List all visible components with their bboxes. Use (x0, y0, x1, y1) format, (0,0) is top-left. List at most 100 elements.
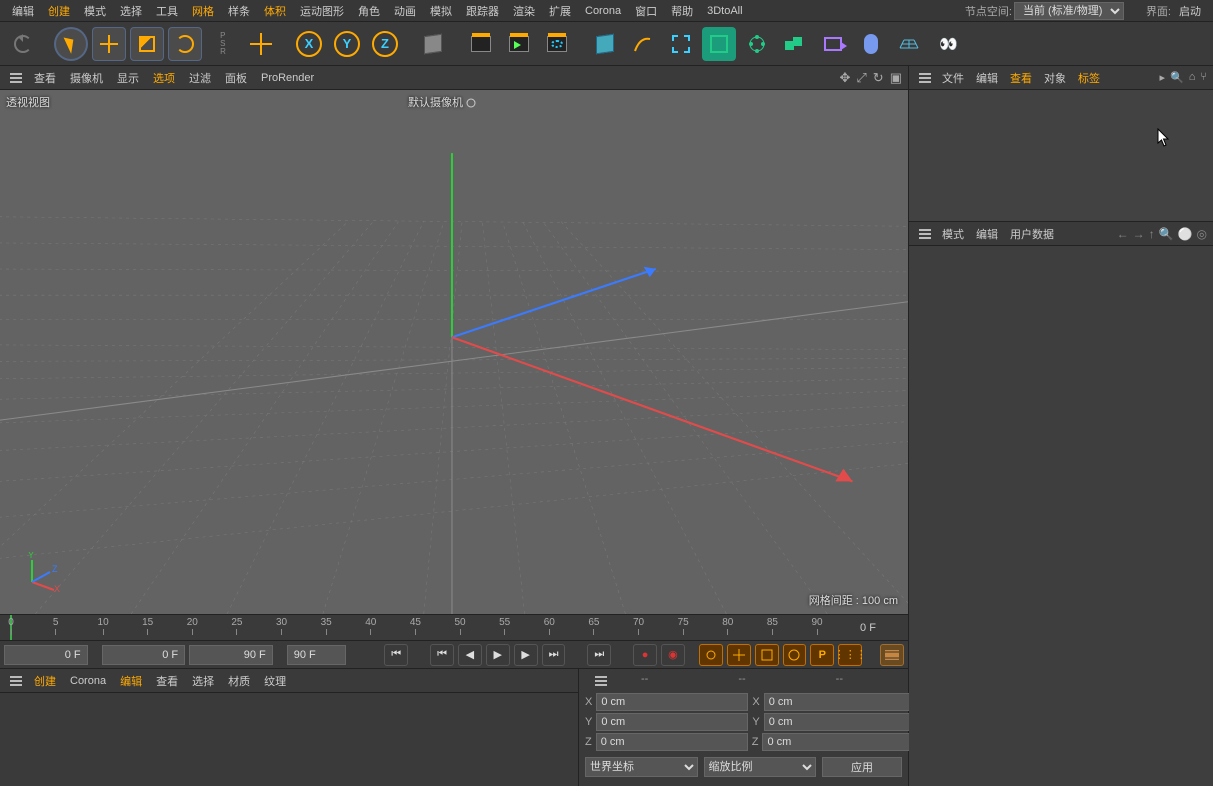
undo-button[interactable] (6, 27, 40, 61)
viewport-menu-item[interactable]: ProRender (255, 69, 320, 87)
world-axis-toggle[interactable] (416, 27, 450, 61)
viewport-nav-icon[interactable]: ✥ (839, 70, 850, 86)
node-space-select[interactable]: 当前 (标准/物理) (1014, 2, 1124, 20)
keyframe-param-button[interactable]: P (810, 644, 834, 666)
axis-y-toggle[interactable]: Y (330, 27, 364, 61)
snap-button[interactable]: 👀 (930, 27, 964, 61)
psr-button[interactable]: PSR (206, 27, 240, 61)
axis-z-toggle[interactable]: Z (368, 27, 402, 61)
menu-item[interactable]: 样条 (222, 1, 256, 21)
menu-item[interactable]: 扩展 (543, 1, 577, 21)
viewport-menu-item[interactable]: 摄像机 (64, 67, 109, 89)
render-settings-button[interactable] (464, 27, 498, 61)
goto-end-button[interactable]: ⏭ (587, 644, 611, 666)
axis-x-toggle[interactable]: X (292, 27, 326, 61)
timeline[interactable]: 051015202530354045505560657075808590 0 F (0, 614, 908, 640)
scale-mode-select[interactable]: 缩放比例 (704, 757, 817, 777)
autokey-button[interactable]: ◉ (661, 644, 685, 666)
play-button[interactable]: ▶ (486, 644, 510, 666)
record-button[interactable]: ● (633, 644, 657, 666)
search-icon[interactable]: 🔍 (1170, 71, 1184, 84)
viewport-layout-icon[interactable]: ▣ (890, 70, 902, 86)
menu-item[interactable]: 3DtoAll (701, 3, 748, 19)
size-z-input[interactable] (762, 733, 914, 751)
coord-hamburger-icon[interactable] (591, 673, 611, 689)
materials-tab[interactable]: 创建 (28, 670, 62, 692)
keyframe-dots-button[interactable]: ⋮⋮⋮ (838, 644, 862, 666)
attr-menu-item[interactable]: 用户数据 (1005, 223, 1059, 245)
apply-button[interactable]: 应用 (822, 757, 902, 777)
render-options-button[interactable] (540, 27, 574, 61)
materials-tab[interactable]: Corona (64, 672, 112, 690)
materials-hamburger-icon[interactable] (6, 673, 26, 689)
subdivision-button[interactable] (702, 27, 736, 61)
menu-item[interactable]: 网格 (186, 1, 220, 21)
menu-item[interactable]: 模式 (78, 1, 112, 21)
viewport[interactable]: 透视视图 默认摄像机 网格间距 : 100 cm Y X Z (0, 90, 908, 614)
scale-tool[interactable] (130, 27, 164, 61)
object-menu-item[interactable]: 文件 (937, 67, 969, 89)
range-end-field[interactable]: 90 F (189, 645, 273, 665)
pos-x-input[interactable] (596, 693, 748, 711)
menu-item[interactable]: 选择 (114, 1, 148, 21)
layout-value[interactable]: 启动 (1173, 1, 1207, 21)
keyframe-move-button[interactable] (727, 644, 751, 666)
viewport-hamburger-icon[interactable] (6, 70, 26, 86)
attribute-hamburger-icon[interactable] (915, 226, 935, 242)
menu-item[interactable]: 动画 (388, 1, 422, 21)
viewport-menu-item[interactable]: 选项 (147, 67, 181, 89)
materials-tab[interactable]: 选择 (186, 670, 220, 692)
capsule-button[interactable] (854, 27, 888, 61)
materials-tab[interactable]: 编辑 (114, 670, 148, 692)
viewport-menu-item[interactable]: 过滤 (183, 67, 217, 89)
menu-item[interactable]: 运动图形 (294, 1, 350, 21)
size-y-input[interactable] (764, 713, 916, 731)
frame-end-field[interactable]: 90 F (287, 645, 347, 665)
materials-tab[interactable]: 查看 (150, 670, 184, 692)
menu-item[interactable]: 窗口 (629, 1, 663, 21)
materials-body[interactable] (0, 693, 578, 786)
timeline-ruler[interactable]: 051015202530354045505560657075808590 (0, 615, 828, 640)
target-icon[interactable]: ◎ (1197, 227, 1207, 241)
add-primitive-button[interactable] (588, 27, 622, 61)
pos-z-input[interactable] (596, 733, 748, 751)
materials-tab[interactable]: 材质 (222, 670, 256, 692)
pos-y-input[interactable] (596, 713, 748, 731)
object-tree[interactable] (909, 90, 1213, 222)
nav-back-icon[interactable]: ← (1117, 227, 1129, 241)
attr-menu-item[interactable]: 编辑 (971, 223, 1003, 245)
object-hamburger-icon[interactable] (915, 70, 935, 86)
timeline-mode-button[interactable] (880, 644, 904, 666)
materials-tab[interactable]: 纹理 (258, 670, 292, 692)
lock-icon[interactable]: ⚪ (1178, 227, 1193, 241)
grid-button[interactable] (892, 27, 926, 61)
nav-fwd-icon[interactable]: → (1133, 227, 1145, 241)
viewport-menu-item[interactable]: 查看 (28, 67, 62, 89)
nav-up-icon[interactable]: ↑ (1149, 227, 1155, 241)
crosshair-tool[interactable] (244, 27, 278, 61)
instance-button[interactable] (778, 27, 812, 61)
move-tool[interactable] (92, 27, 126, 61)
search-icon[interactable]: 🔍 (1159, 227, 1174, 241)
menu-item[interactable]: 跟踪器 (460, 1, 505, 21)
object-menu-item[interactable]: 编辑 (971, 67, 1003, 89)
attr-menu-item[interactable]: 模式 (937, 223, 969, 245)
object-menu-item[interactable]: 查看 (1005, 67, 1037, 89)
menu-item[interactable]: 帮助 (665, 1, 699, 21)
viewport-menu-item[interactable]: 显示 (111, 67, 145, 89)
coord-mode-select[interactable]: 世界坐标 (585, 757, 698, 777)
menu-item[interactable]: 体积 (258, 1, 292, 21)
next-key-button[interactable]: ⏭ (542, 644, 566, 666)
viewport-zoom-icon[interactable]: ⤢ (856, 70, 866, 86)
filter-icon[interactable]: ⑂ (1200, 71, 1207, 84)
menu-item[interactable]: 创建 (42, 1, 76, 21)
keyframe-rotate-button[interactable] (783, 644, 807, 666)
viewport-menu-item[interactable]: 面板 (219, 67, 253, 89)
array-button[interactable] (740, 27, 774, 61)
home-icon[interactable]: ⌂ (1189, 71, 1196, 84)
frame-start-field[interactable]: 0 F (4, 645, 88, 665)
keyframe-options-button[interactable] (699, 644, 723, 666)
menu-item[interactable]: 工具 (150, 1, 184, 21)
size-x-input[interactable] (764, 693, 916, 711)
rotate-tool[interactable] (168, 27, 202, 61)
